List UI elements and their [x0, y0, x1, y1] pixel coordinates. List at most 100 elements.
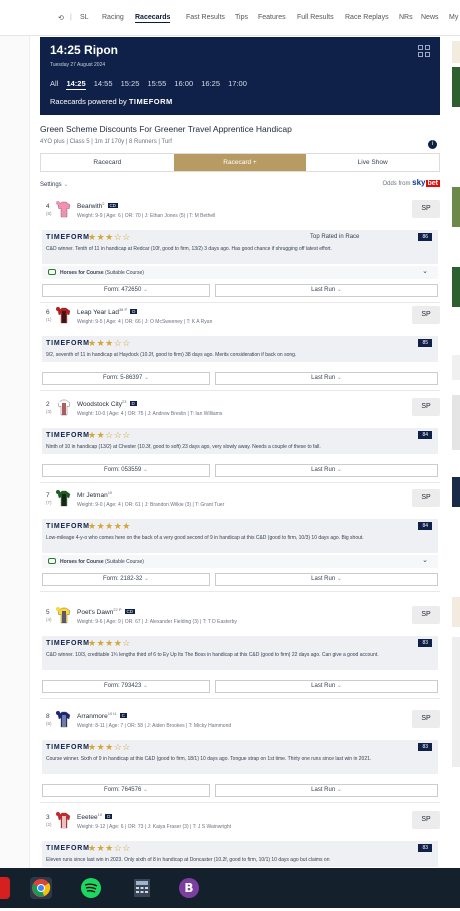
nav-item-full-results[interactable]: Full Results — [297, 14, 334, 21]
nav-divider: | — [70, 14, 72, 21]
runner-draw: (4) — [46, 617, 52, 622]
horse-name[interactable]: Eeetee10 D — [77, 812, 113, 821]
timeform-logo: TIMEFORM — [46, 340, 90, 347]
timeform-logo: TIMEFORM — [46, 234, 90, 241]
runner-divider — [40, 390, 440, 391]
chevron-down-icon: ⌄ — [336, 787, 342, 793]
sidebar-fragment — [452, 267, 460, 307]
calculator-icon[interactable] — [131, 877, 153, 899]
runner-number: 3 (2) — [46, 814, 52, 827]
timeform-box: TIMEFORM ★★★☆☆ 85 9/2, seventh of 11 in han… — [42, 336, 438, 362]
timeform-comment: Ninth of 10 in handicap (13/2) at Cheste… — [46, 444, 321, 450]
last-run-dropdown[interactable]: Last Run ⌄ — [215, 284, 438, 297]
tab-racecard-plus[interactable]: Racecard + — [173, 154, 307, 171]
nav-item-racecards[interactable]: Racecards — [135, 14, 171, 23]
timeform-rating: 83 — [418, 639, 432, 647]
horse-name[interactable]: Woodstock City23 D — [77, 399, 137, 408]
nav-item-nrs[interactable]: NRs — [399, 14, 413, 21]
last-run-dropdown[interactable]: Last Run ⌄ — [215, 372, 438, 385]
nav-item-racing[interactable]: Racing — [102, 14, 124, 21]
form-dropdown[interactable]: Form: 764576 ⌄ — [42, 784, 210, 797]
powered-by: Racecards powered by TIMEFORM — [50, 97, 173, 106]
runner-number: 4 (5) — [46, 203, 52, 216]
star-rating: ★★★★☆ — [88, 638, 131, 648]
runner-number: 7 (7) — [46, 492, 52, 505]
time-all[interactable]: All — [50, 79, 58, 88]
last-run-dropdown[interactable]: Last Run ⌄ — [215, 464, 438, 477]
chrome-icon[interactable] — [30, 877, 52, 899]
time-tab[interactable]: 16:25 — [201, 79, 220, 88]
timeform-comment: Low-mileage 4-y-o who comes here on the … — [46, 535, 364, 541]
sidebar-fragment — [452, 355, 460, 380]
form-dropdown[interactable]: Form: 5-86397 ⌄ — [42, 372, 210, 385]
runner-divider — [40, 482, 440, 483]
last-run-dropdown[interactable]: Last Run ⌄ — [215, 573, 438, 586]
timeform-comment: C&D winner. Tenth of 11 in handicap at R… — [46, 246, 332, 252]
horse-name[interactable]: Mr Jetman10 — [77, 490, 112, 499]
cd-badge: D — [129, 401, 137, 407]
sp-odds-button[interactable]: SP — [412, 200, 440, 218]
nav-item-tips[interactable]: Tips — [235, 14, 248, 21]
form-dropdown[interactable]: Form: 472650 ⌄ — [42, 284, 210, 297]
spotify-icon[interactable] — [80, 877, 102, 899]
runner-draw: (1) — [46, 317, 52, 322]
nav-item-race-replays[interactable]: Race Replays — [345, 14, 389, 21]
tab-racecard[interactable]: Racecard — [41, 154, 174, 171]
sp-odds-button[interactable]: SP — [412, 489, 440, 507]
runner-meta: Weight: 9-9 | Age: 6 | OR: 70 | J: Ethan… — [77, 213, 216, 219]
form-dropdown[interactable]: Form: 2182-32 ⌄ — [42, 573, 210, 586]
back-icon[interactable]: ⟲ — [58, 14, 64, 22]
sp-odds-button[interactable]: SP — [412, 606, 440, 624]
horse-name[interactable]: Arranmore10 t1 C — [77, 711, 127, 720]
sidebar-fragment — [452, 477, 460, 507]
nav-item-news[interactable]: News — [421, 14, 439, 21]
sidebar-fragment — [452, 187, 460, 227]
chevron-down-icon: ⌄ — [336, 287, 342, 293]
nav-item-sl[interactable]: SL — [80, 14, 89, 21]
form-dropdown[interactable]: Form: 053559 ⌄ — [42, 464, 210, 477]
b-app-icon[interactable]: B — [178, 877, 200, 899]
timeform-rating: 85 — [418, 339, 432, 347]
tab-live-show[interactable]: Live Show — [306, 154, 439, 171]
horse-name[interactable]: Leap Year Lad38 PD — [77, 307, 138, 316]
form-dropdown[interactable]: Form: 793423 ⌄ — [42, 680, 210, 693]
timeform-comment: C&D winner. 10/3, creditable 1¾ lengths … — [46, 652, 379, 658]
time-tab[interactable]: 15:55 — [147, 79, 166, 88]
jockey-silk-icon — [56, 307, 71, 324]
runner-draw: (2) — [46, 822, 52, 827]
last-run-dropdown[interactable]: Last Run ⌄ — [215, 784, 438, 797]
sp-odds-button[interactable]: SP — [412, 398, 440, 416]
chevron-down-icon: ⌄ — [63, 182, 69, 188]
timeform-logo: TIMEFORM — [46, 432, 90, 439]
timeform-brand: TIMEFORM — [128, 97, 173, 106]
runner-divider — [40, 802, 440, 803]
time-tab[interactable]: 17:00 — [228, 79, 247, 88]
skybet-logo-bet: bet — [425, 180, 440, 187]
horses-for-course[interactable]: Horses for Course (Suitable Course) ⌄ — [42, 555, 438, 568]
jockey-silk-icon — [56, 490, 71, 507]
sp-odds-button[interactable]: SP — [412, 811, 440, 829]
runner-number: 8 (6) — [46, 713, 52, 726]
horses-for-course[interactable]: Horses for Course (Suitable Course) ⌄ — [42, 266, 438, 279]
sp-odds-button[interactable]: SP — [412, 306, 440, 324]
cd-badge: CD — [107, 203, 119, 209]
time-tab[interactable]: 14:55 — [94, 79, 113, 88]
skybet-logo-sky: sky — [412, 178, 426, 187]
nav-item-my[interactable]: My — [449, 14, 458, 21]
time-tab[interactable]: 14:25 — [66, 79, 86, 90]
horse-name[interactable]: Bearwith2 CD — [77, 201, 119, 210]
last-run-dropdown[interactable]: Last Run ⌄ — [215, 680, 438, 693]
nav-item-fast-results[interactable]: Fast Results — [186, 14, 225, 21]
grid-view-icon[interactable] — [418, 45, 430, 57]
info-icon[interactable]: i — [428, 140, 437, 149]
nav-item-features[interactable]: Features — [258, 14, 286, 21]
timeform-logo: TIMEFORM — [46, 640, 90, 647]
app-icon-red[interactable] — [0, 877, 10, 899]
time-tab[interactable]: 16:00 — [174, 79, 193, 88]
star-rating: ★★★☆☆ — [88, 742, 131, 752]
sp-odds-button[interactable]: SP — [412, 710, 440, 728]
runner-meta: Weight: 9-6 | Age: 9 | OR: 67 | J: Alexa… — [77, 619, 237, 625]
horse-name[interactable]: Poet's Dawn22 P CD — [77, 607, 136, 616]
time-tab[interactable]: 15:25 — [121, 79, 140, 88]
settings-dropdown[interactable]: Settings ⌄ — [40, 181, 68, 188]
